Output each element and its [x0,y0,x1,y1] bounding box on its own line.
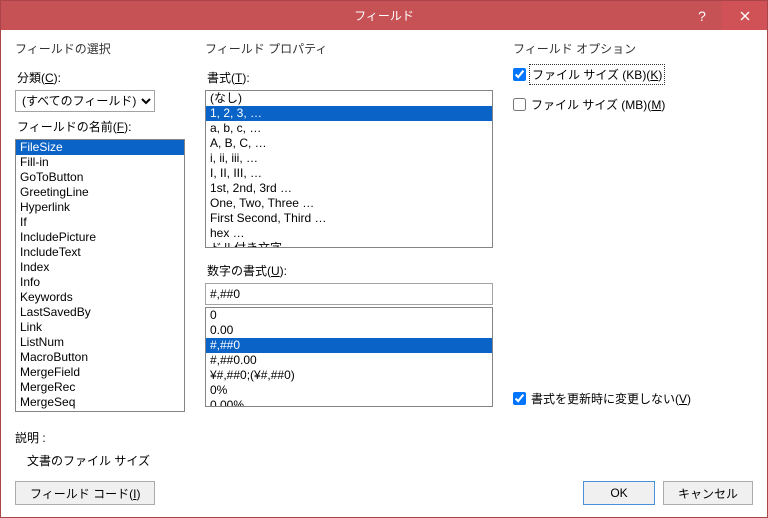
list-item[interactable]: I, II, III, … [206,166,492,181]
list-item[interactable]: GreetingLine [16,185,184,200]
number-format-list[interactable]: 00.00#,##0#,##0.00¥#,##0;(¥#,##0)0%0.00% [205,307,493,407]
list-item[interactable]: Hyperlink [16,200,184,215]
list-item[interactable]: Keywords [16,290,184,305]
close-icon [740,11,750,21]
list-item[interactable]: ListNum [16,335,184,350]
list-item[interactable]: Index [16,260,184,275]
filesize-kb-checkbox[interactable] [513,68,526,81]
help-button[interactable]: ? [682,1,722,30]
list-item[interactable]: MacroButton [16,350,184,365]
list-item[interactable]: hex … [206,226,492,241]
category-label: 分類(C): [17,69,185,86]
field-properties-header: フィールド プロパティ [205,40,493,57]
titlebar: フィールド ? [1,1,767,30]
list-item[interactable]: IncludeText [16,245,184,260]
filesize-kb-label: ファイル サイズ (KB)(K) [531,66,663,83]
format-list[interactable]: (なし)1, 2, 3, …a, b, c, …A, B, C, …i, ii,… [205,90,493,248]
field-options-header: フィールド オプション [513,40,753,57]
list-item[interactable]: #,##0 [206,338,492,353]
window-controls: ? [682,1,767,30]
cancel-button[interactable]: キャンセル [663,481,753,505]
preserve-format-option[interactable]: 書式を更新時に変更しない(V) [513,390,753,407]
list-item[interactable]: Info [16,275,184,290]
list-item[interactable]: A, B, C, … [206,136,492,151]
list-item[interactable]: GoToButton [16,170,184,185]
list-item[interactable]: FileSize [16,140,184,155]
preserve-format-label: 書式を更新時に変更しない(V) [531,390,691,407]
list-item[interactable]: If [16,215,184,230]
list-item[interactable]: 0 [206,308,492,323]
field-names-list[interactable]: FileSizeFill-inGoToButtonGreetingLineHyp… [15,139,185,412]
description-text: 文書のファイル サイズ [27,452,753,469]
list-item[interactable]: Fill-in [16,155,184,170]
field-selection-panel: フィールドの選択 分類(C): (すべてのフィールド) フィールドの名前(F):… [15,40,185,417]
field-properties-panel: フィールド プロパティ 書式(T): (なし)1, 2, 3, …a, b, c… [205,40,493,417]
list-item[interactable]: i, ii, iii, … [206,151,492,166]
list-item[interactable]: a, b, c, … [206,121,492,136]
list-item[interactable]: LastSavedBy [16,305,184,320]
list-item[interactable]: 0.00% [206,398,492,407]
category-combo[interactable]: (すべてのフィールド) [15,90,155,112]
number-format-label: 数字の書式(U): [207,262,493,279]
list-item[interactable]: 0% [206,383,492,398]
description-block: 説明 : 文書のファイル サイズ [15,429,753,469]
list-item[interactable]: IncludePicture [16,230,184,245]
preserve-format-checkbox[interactable] [513,392,526,405]
list-item[interactable]: MergeField [16,365,184,380]
list-item[interactable]: One, Two, Three … [206,196,492,211]
field-codes-button[interactable]: フィールド コード(I) [15,481,155,505]
list-item[interactable]: 0.00 [206,323,492,338]
list-item[interactable]: 1st, 2nd, 3rd … [206,181,492,196]
list-item[interactable]: ¥#,##0;(¥#,##0) [206,368,492,383]
window-title: フィールド [1,7,767,24]
list-item[interactable]: First Second, Third … [206,211,492,226]
description-label: 説明 : [15,429,753,446]
client-area: フィールドの選択 分類(C): (すべてのフィールド) フィールドの名前(F):… [1,30,767,517]
list-item[interactable]: MergeSeq [16,395,184,410]
filesize-mb-label: ファイル サイズ (MB)(M) [531,96,665,113]
field-selection-header: フィールドの選択 [15,40,185,57]
dialog-footer: フィールド コード(I) OK キャンセル [15,481,753,505]
list-item[interactable]: #,##0.00 [206,353,492,368]
field-names-label: フィールドの名前(F): [17,118,185,135]
filesize-mb-option[interactable]: ファイル サイズ (MB)(M) [513,96,753,113]
filesize-mb-checkbox[interactable] [513,98,526,111]
field-options-panel: フィールド オプション ファイル サイズ (KB)(K) ファイル サイズ (M… [513,40,753,417]
close-button[interactable] [722,1,767,30]
list-item[interactable]: Link [16,320,184,335]
list-item[interactable]: 1, 2, 3, … [206,106,492,121]
list-item[interactable]: (なし) [206,91,492,106]
filesize-kb-option[interactable]: ファイル サイズ (KB)(K) [513,66,753,83]
ok-button[interactable]: OK [583,481,655,505]
format-label: 書式(T): [207,69,493,86]
list-item[interactable]: ドル付き文字 … [206,241,492,248]
number-format-input[interactable] [205,283,493,305]
list-item[interactable]: MergeRec [16,380,184,395]
field-dialog: フィールド ? フィールドの選択 分類(C): (すべてのフィールド) フィール… [0,0,768,518]
